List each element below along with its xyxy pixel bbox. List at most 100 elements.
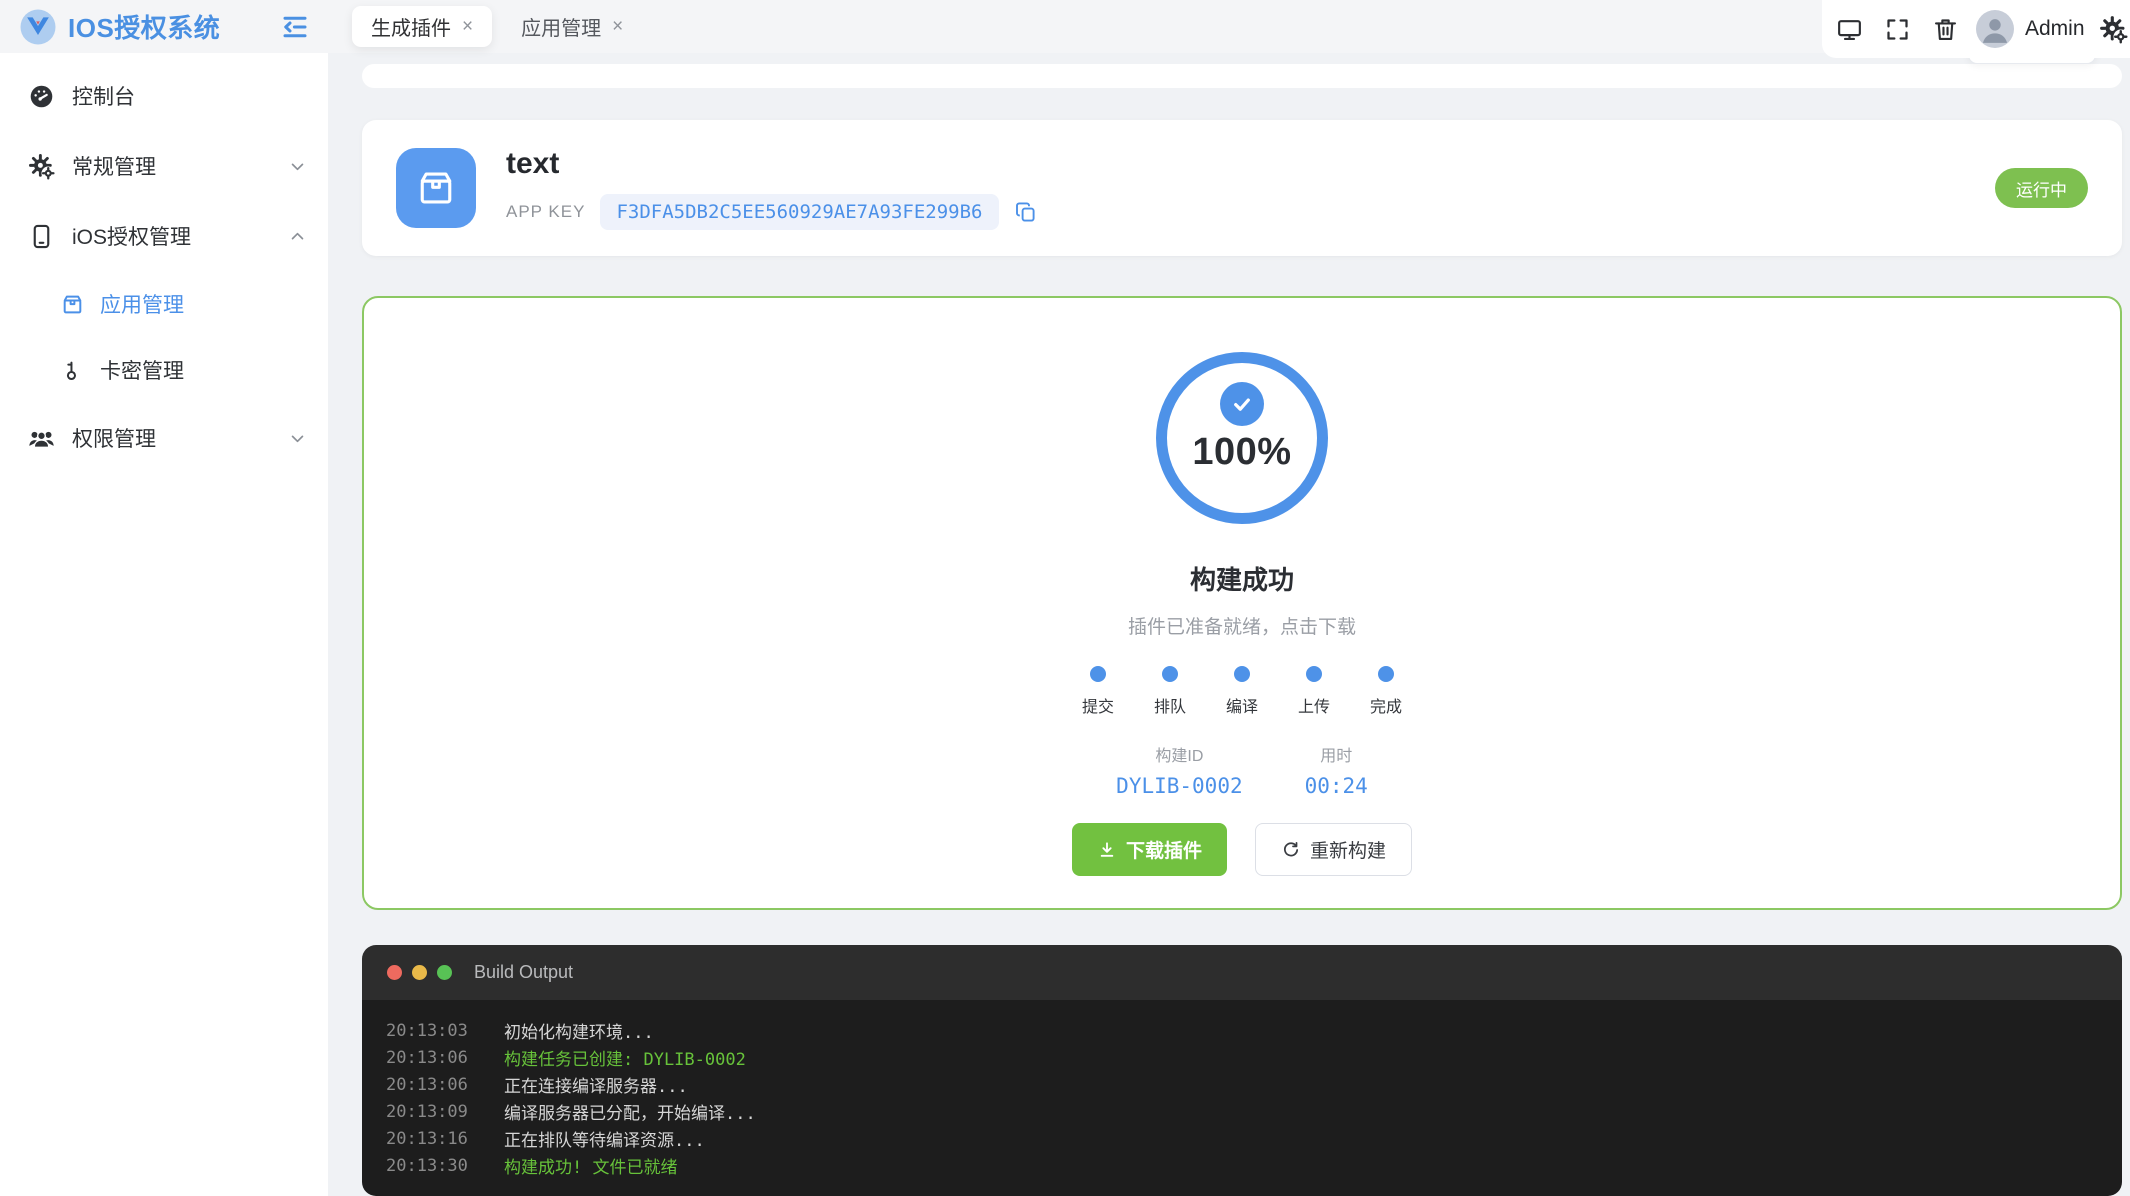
build-id-label: 构建ID bbox=[1155, 748, 1204, 765]
log-line: 20:13:30 构建成功! 文件已就绪 bbox=[386, 1152, 2098, 1179]
terminal-header: Build Output bbox=[362, 945, 2122, 1000]
duration-label: 用时 bbox=[1320, 748, 1353, 765]
duration-value: 00:24 bbox=[1304, 774, 1368, 798]
build-status-title: 构建成功 bbox=[1189, 565, 1294, 595]
chevron-down-icon bbox=[289, 158, 306, 175]
avatar[interactable] bbox=[1976, 10, 2014, 48]
traffic-light-yellow-icon bbox=[412, 965, 427, 980]
log-timestamp: 20:13:09 bbox=[386, 1101, 468, 1122]
build-steps: 提交 排队 编译 上传 完成 bbox=[1062, 666, 1422, 717]
step-dot bbox=[1306, 666, 1322, 682]
step-submit: 提交 bbox=[1062, 666, 1134, 717]
user-name[interactable]: Admin bbox=[2025, 17, 2085, 41]
step-compile: 编译 bbox=[1206, 666, 1278, 717]
download-icon bbox=[1100, 841, 1114, 857]
step-upload: 上传 bbox=[1278, 666, 1350, 717]
log-message: 构建成功! 文件已就绪 bbox=[504, 1158, 678, 1178]
tab-label: 应用管理 bbox=[521, 18, 602, 40]
traffic-light-red-icon bbox=[387, 965, 402, 980]
app-key-row: APP KEY F3DFA5DB2C5EE560929AE7A93FE299B6 bbox=[506, 193, 1038, 230]
close-icon[interactable]: × bbox=[612, 17, 623, 36]
tab-generate-plugin[interactable]: 生成插件 × bbox=[352, 6, 493, 47]
step-dot bbox=[1162, 666, 1178, 682]
sidebar-item-label: 权限管理 bbox=[72, 428, 156, 451]
app-info-card: text APP KEY F3DFA5DB2C5EE560929AE7A93FE… bbox=[362, 120, 2122, 256]
tab-app-management[interactable]: 应用管理 × bbox=[502, 6, 642, 47]
sidebar-item-ios-auth-management[interactable]: iOS授权管理 bbox=[0, 201, 328, 271]
sidebar-item-label: iOS授权管理 bbox=[72, 226, 192, 249]
app-key-value: F3DFA5DB2C5EE560929AE7A93FE299B6 bbox=[600, 193, 999, 230]
rebuild-button[interactable]: 重新构建 bbox=[1255, 823, 1413, 876]
sidebar-item-label: 应用管理 bbox=[100, 294, 184, 317]
check-icon bbox=[1220, 382, 1264, 426]
sidebar-header: IOS授权系统 bbox=[0, 0, 328, 53]
dashboard-icon bbox=[28, 83, 55, 110]
trash-icon[interactable] bbox=[1932, 16, 1959, 43]
build-id-value: DYLIB-0002 bbox=[1116, 774, 1243, 798]
app-title: IOS授权系统 bbox=[68, 13, 221, 43]
log-line: 20:13:09 编译服务器已分配，开始编译... bbox=[386, 1098, 2098, 1125]
sidebar-item-general-management[interactable]: 常规管理 bbox=[0, 131, 328, 201]
fullscreen-icon[interactable] bbox=[1884, 16, 1911, 43]
build-info: 构建ID DYLIB-0002 用时 00:24 bbox=[1116, 742, 1368, 798]
log-timestamp: 20:13:06 bbox=[386, 1074, 468, 1095]
build-id-group: 构建ID DYLIB-0002 bbox=[1116, 742, 1242, 798]
sidebar-menu: 控制台 常规管理 iOS授权管理 应用管理 卡密管理 权限管理 bbox=[0, 53, 328, 473]
sidebar-item-card-key-management[interactable]: 卡密管理 bbox=[0, 337, 328, 403]
scrolled-card-edge bbox=[362, 64, 2122, 88]
terminal-title: Build Output bbox=[474, 962, 574, 982]
refresh-icon bbox=[1284, 841, 1299, 856]
step-queue: 排队 bbox=[1134, 666, 1206, 717]
log-timestamp: 20:13:03 bbox=[386, 1020, 468, 1041]
log-line: 20:13:06 构建任务已创建: DYLIB-0002 bbox=[386, 1044, 2098, 1071]
tab-bar: 生成插件 × 应用管理 × bbox=[352, 0, 642, 53]
app-window: IOS授权系统 控制台 常规管理 iOS授权管理 应用管理 卡密管理 权限管理 … bbox=[0, 0, 2130, 1196]
sidebar-item-app-management[interactable]: 应用管理 bbox=[0, 271, 328, 337]
chevron-down-icon bbox=[289, 430, 306, 447]
copy-icon[interactable] bbox=[1014, 200, 1038, 224]
sidebar-item-dashboard[interactable]: 控制台 bbox=[0, 61, 328, 131]
sidebar-item-label: 卡密管理 bbox=[100, 360, 184, 383]
gears-icon bbox=[28, 153, 55, 180]
header-actions: Admin bbox=[1822, 0, 2130, 58]
key-icon bbox=[60, 358, 85, 383]
log-message: 编译服务器已分配，开始编译... bbox=[504, 1104, 756, 1124]
monitor-icon[interactable] bbox=[1836, 16, 1863, 43]
settings-gear-icon[interactable] bbox=[2099, 15, 2128, 44]
close-icon[interactable]: × bbox=[462, 17, 473, 36]
collapse-sidebar-icon[interactable] bbox=[280, 12, 310, 42]
terminal-log: 20:13:03 初始化构建环境... 20:13:06 构建任务已创建: DY… bbox=[362, 1000, 2122, 1196]
step-dot bbox=[1090, 666, 1106, 682]
build-status-subtitle: 插件已准备就绪，点击下载 bbox=[1127, 617, 1356, 638]
log-timestamp: 20:13:30 bbox=[386, 1155, 468, 1176]
status-badge: 运行中 bbox=[1995, 168, 2088, 208]
build-output-terminal: Build Output 20:13:03 初始化构建环境... 20:13:0… bbox=[362, 945, 2122, 1196]
log-message: 正在排队等待编译资源... bbox=[504, 1131, 705, 1151]
sidebar-item-label: 控制台 bbox=[72, 86, 135, 109]
sidebar-item-label: 常规管理 bbox=[72, 156, 156, 179]
build-result-card: 100% 构建成功 插件已准备就绪，点击下载 提交 排队 编译 上传 完成 构建… bbox=[362, 296, 2122, 910]
step-dot bbox=[1378, 666, 1394, 682]
log-line: 20:13:06 正在连接编译服务器... bbox=[386, 1071, 2098, 1098]
step-complete: 完成 bbox=[1350, 666, 1422, 717]
duration-group: 用时 00:24 bbox=[1305, 742, 1368, 798]
app-info: text APP KEY F3DFA5DB2C5EE560929AE7A93FE… bbox=[506, 147, 1038, 230]
package-icon bbox=[60, 292, 85, 317]
chevron-up-icon bbox=[289, 228, 306, 245]
download-plugin-button[interactable]: 下载插件 bbox=[1071, 823, 1227, 876]
log-line: 20:13:16 正在排队等待编译资源... bbox=[386, 1125, 2098, 1152]
app-logo-icon bbox=[18, 7, 58, 47]
log-timestamp: 20:13:16 bbox=[386, 1128, 468, 1149]
log-message: 初始化构建环境... bbox=[504, 1023, 654, 1043]
tablet-icon bbox=[28, 223, 55, 250]
progress-percent: 100% bbox=[1192, 431, 1292, 473]
log-message: 构建任务已创建: DYLIB-0002 bbox=[504, 1050, 746, 1070]
progress-ring: 100% bbox=[1156, 352, 1328, 524]
sidebar: IOS授权系统 控制台 常规管理 iOS授权管理 应用管理 卡密管理 权限管理 bbox=[0, 0, 328, 1196]
log-timestamp: 20:13:06 bbox=[386, 1047, 468, 1068]
log-message: 正在连接编译服务器... bbox=[504, 1077, 688, 1097]
app-key-label: APP KEY bbox=[506, 201, 586, 221]
app-name: text bbox=[506, 146, 560, 180]
sidebar-item-permission-management[interactable]: 权限管理 bbox=[0, 403, 328, 473]
app-package-icon bbox=[396, 148, 476, 228]
